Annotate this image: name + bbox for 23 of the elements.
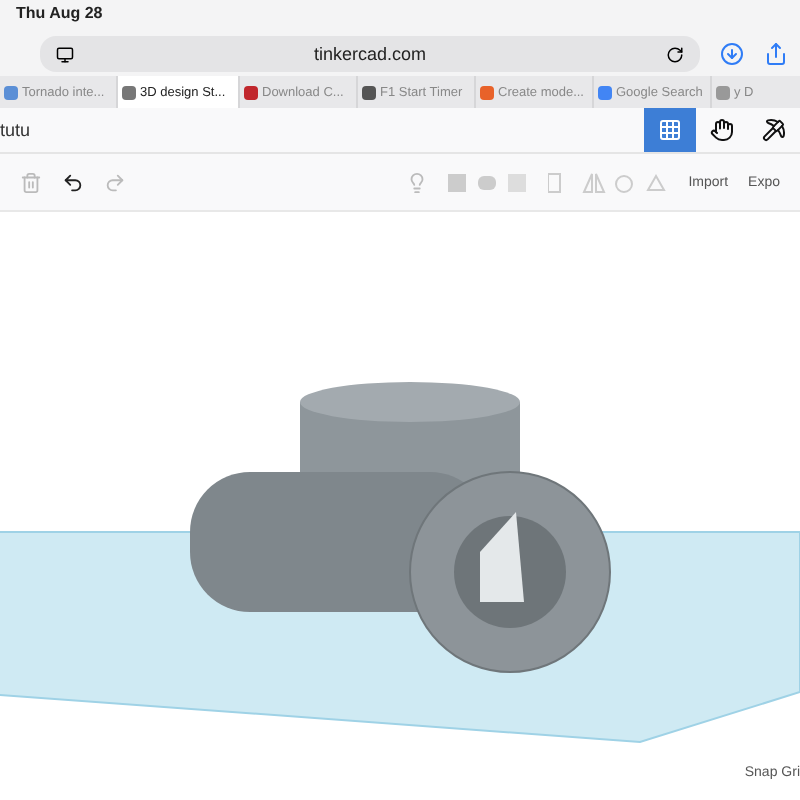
grid-icon <box>658 118 682 142</box>
reload-icon[interactable] <box>666 45 684 63</box>
favicon-icon <box>244 85 258 99</box>
favicon-icon <box>598 85 612 99</box>
address-bar[interactable]: tinkercad.com <box>40 36 700 72</box>
redo-icon[interactable] <box>104 171 126 193</box>
hand-icon <box>710 118 734 142</box>
pickaxe-icon <box>762 118 786 142</box>
favicon-icon <box>122 85 136 99</box>
delete-icon[interactable] <box>20 171 42 193</box>
favicon-icon <box>362 85 376 99</box>
favicon-icon <box>716 85 730 99</box>
design-title: tutu <box>0 120 33 140</box>
download-icon[interactable] <box>720 42 744 66</box>
url-text: tinkercad.com <box>311 44 429 64</box>
favicon-icon <box>480 85 494 99</box>
favicon-icon <box>4 85 18 99</box>
share-icon[interactable] <box>764 42 788 66</box>
reader-icon[interactable] <box>56 45 74 63</box>
status-date: Thu Aug 28 <box>0 0 800 32</box>
undo-icon[interactable] <box>62 171 84 193</box>
grid-view-button[interactable] <box>644 108 696 152</box>
lightbulb-icon[interactable] <box>406 171 429 193</box>
